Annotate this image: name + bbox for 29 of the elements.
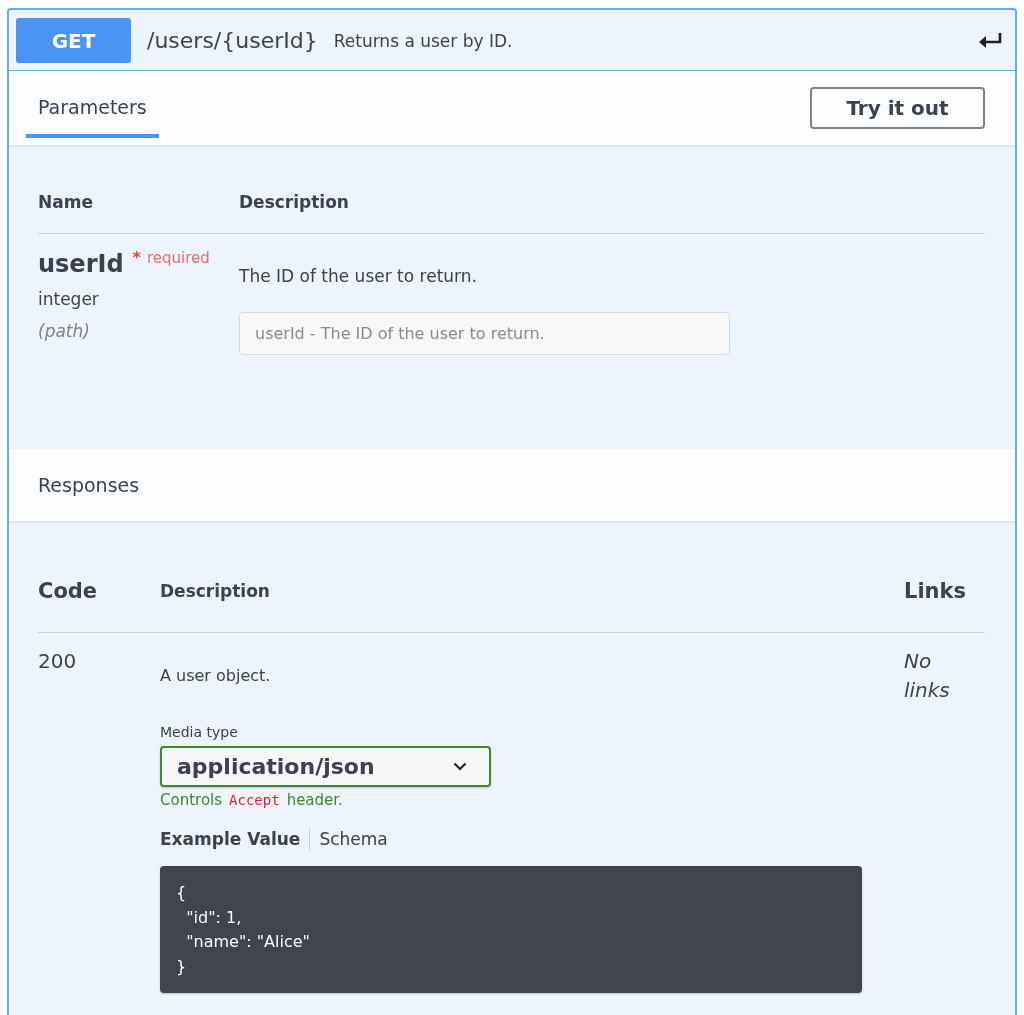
column-header: Description xyxy=(160,580,270,602)
example-tab[interactable]: Schema xyxy=(319,828,388,850)
chevron-down-icon xyxy=(453,762,467,771)
parameter-type: integer xyxy=(38,288,99,310)
return-arrow-icon[interactable] xyxy=(979,33,1002,48)
media-type-label: Media type xyxy=(160,723,238,741)
media-type-note: Controls Accept header. xyxy=(160,790,343,810)
column-header: Code xyxy=(38,578,98,604)
required-label: required xyxy=(146,249,210,267)
column-header: Name xyxy=(38,192,93,212)
section-tab[interactable]: Parameters xyxy=(26,90,159,138)
parameter-description: The ID of the user to return. xyxy=(239,266,477,286)
try-it-out-button[interactable]: Try it out xyxy=(810,87,985,129)
parameter-input-field[interactable]: userId - The ID of the user to return. xyxy=(239,312,730,355)
parameter-name: userId xyxy=(38,250,124,278)
method-badge: GET xyxy=(16,18,131,63)
example-code-block: { "id": 1, "name": "Alice" } xyxy=(160,866,862,993)
required-mark: * xyxy=(132,249,141,267)
response-description: A user object. xyxy=(160,666,271,686)
column-header: Description xyxy=(239,192,349,212)
response-code: 200 xyxy=(38,649,77,673)
parameter-location: (path) xyxy=(38,320,90,342)
endpoint-path: /users/{userId} xyxy=(147,28,318,53)
example-tab[interactable]: Example Value xyxy=(160,828,301,850)
column-header: Links xyxy=(904,578,966,604)
response-links: No links xyxy=(904,648,951,704)
section-title: Responses xyxy=(38,474,140,496)
media-type-dropdown[interactable]: application/json xyxy=(160,746,491,787)
endpoint-summary: Returns a user by ID. xyxy=(333,30,514,51)
